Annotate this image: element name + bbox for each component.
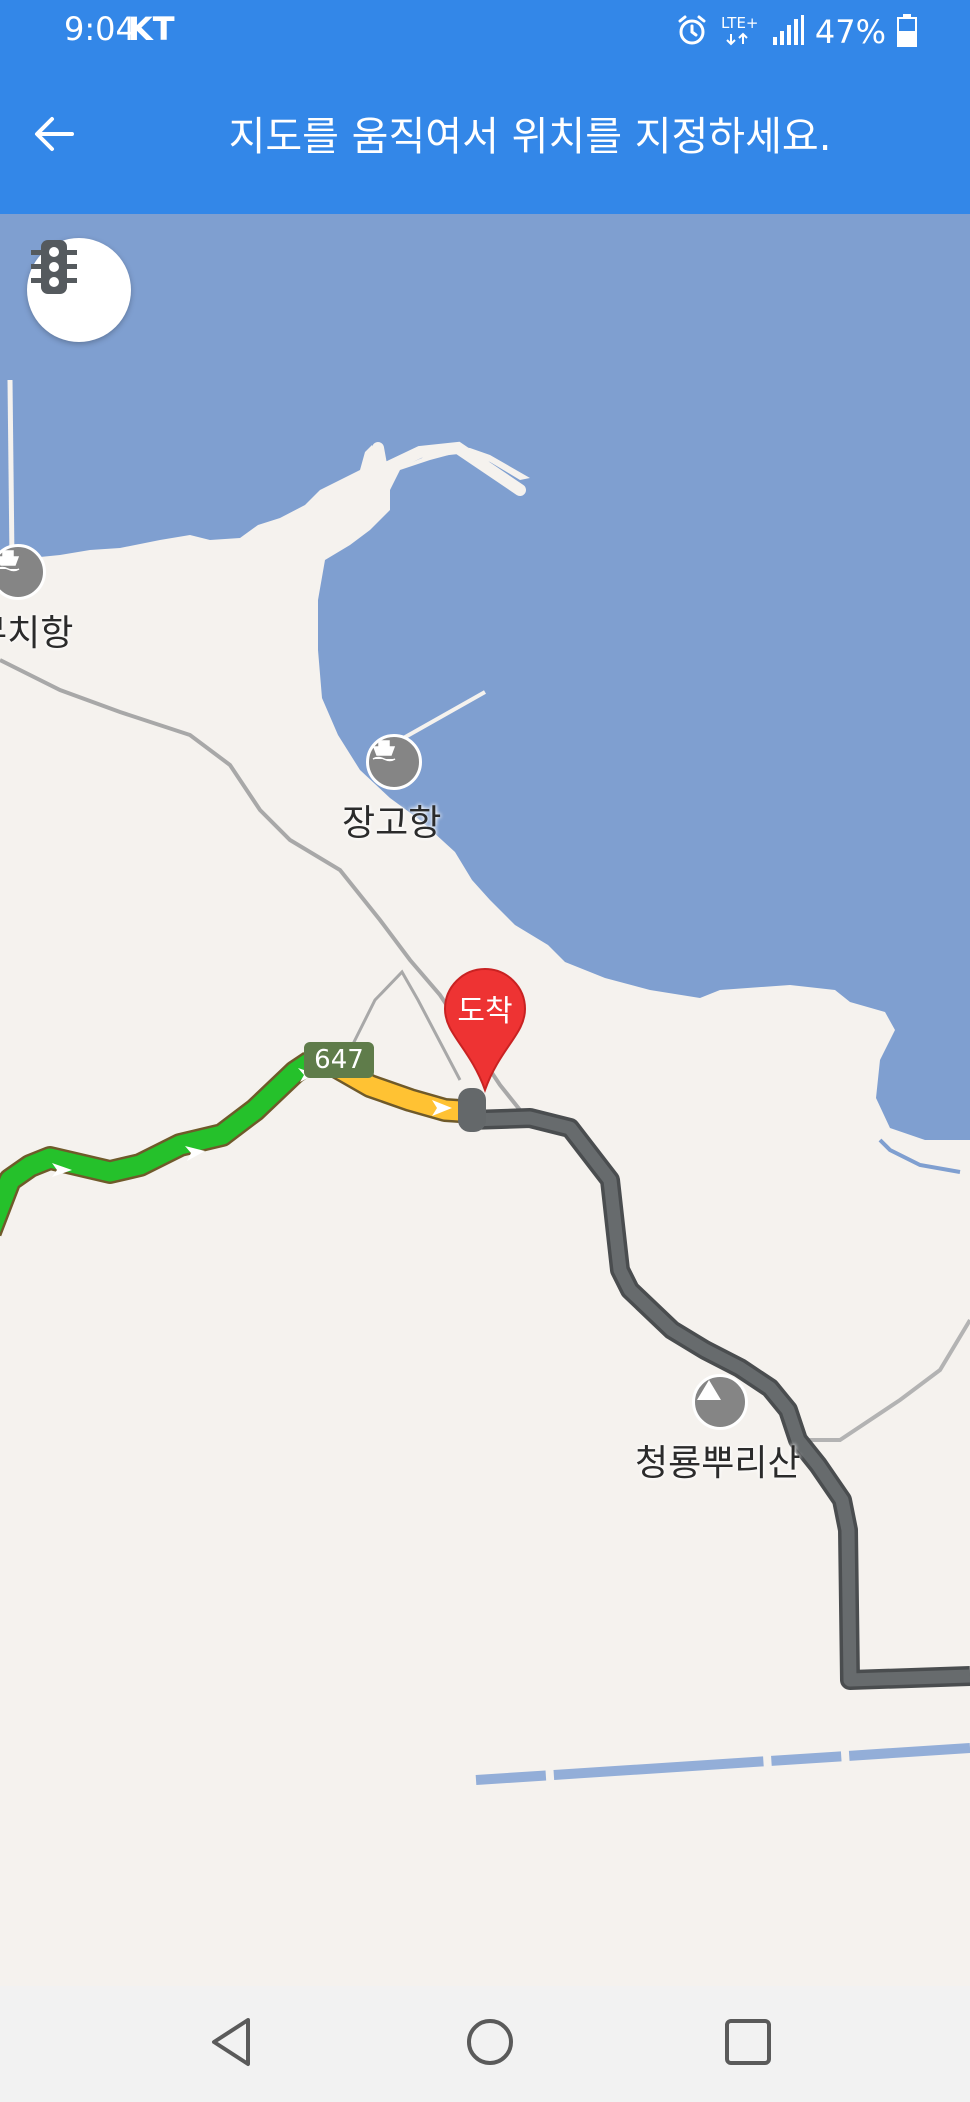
breakwater <box>7 379 15 561</box>
poi-label[interactable]: 청룡뿌리산 <box>635 1434 801 1486</box>
destination-label: 도착 <box>457 994 513 1029</box>
home-circle-icon <box>464 2016 516 2072</box>
arrow-left-icon <box>30 110 78 162</box>
status-bar: 9:04 KT LTE+ 47% <box>0 0 970 64</box>
status-icons: LTE+ 47% <box>675 10 918 54</box>
status-time: 9:04 <box>64 10 136 48</box>
poi-label[interactable]: 무치항 <box>0 604 73 656</box>
poi-label[interactable]: 장고항 <box>342 794 441 846</box>
header: 지도를 움직여서 위치를 지정하세요. <box>0 64 970 214</box>
system-nav-bar <box>0 1986 970 2102</box>
lte-icon: LTE+ <box>719 12 761 52</box>
signal-icon <box>771 13 805 51</box>
nav-recents-button[interactable] <box>716 2012 780 2076</box>
map-canvas[interactable] <box>0 214 970 1986</box>
back-triangle-icon <box>208 2016 256 2072</box>
battery-icon <box>896 13 918 51</box>
nav-back-button[interactable] <box>200 2012 264 2076</box>
screen: 9:04 KT LTE+ 47% 지도를 움직여서 위치를 지정하세요. 치항 … <box>0 0 970 2102</box>
back-button[interactable] <box>18 100 90 172</box>
nav-home-button[interactable] <box>458 2012 522 2076</box>
mountain-icon[interactable] <box>692 1374 748 1430</box>
route-number-badge: 647 <box>304 1042 374 1078</box>
alarm-icon <box>675 13 709 51</box>
traffic-button[interactable] <box>27 238 131 342</box>
page-title: 지도를 움직여서 위치를 지정하세요. <box>228 114 832 160</box>
status-carrier: KT <box>128 10 175 48</box>
destination-stub <box>458 1088 486 1132</box>
ferry-icon[interactable] <box>366 734 422 790</box>
destination-pin[interactable]: 도착 <box>442 966 528 1094</box>
recents-square-icon <box>723 2017 773 2071</box>
battery-percent: 47% <box>814 13 886 51</box>
lte-text: LTE+ <box>721 14 759 32</box>
map-view[interactable]: 무치항 장고항 청룡뿌리산 647 도착 <box>0 214 970 1986</box>
